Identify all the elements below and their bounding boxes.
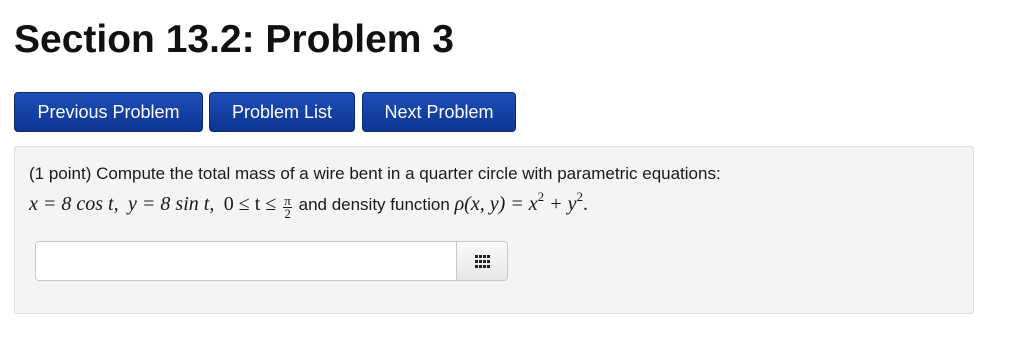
answer-input[interactable] bbox=[35, 241, 457, 281]
equation-x: x = 8 cos t, bbox=[29, 193, 119, 215]
equation-palette-grid-icon bbox=[475, 255, 490, 268]
problem-statement-line: (1 point) Compute the total mass of a wi… bbox=[29, 163, 721, 185]
equation-palette-button[interactable] bbox=[456, 241, 508, 281]
density-function: ρ(x, y) = x2 + y2. bbox=[454, 189, 588, 215]
problem-statement: Compute the total mass of a wire bent in… bbox=[96, 164, 721, 183]
problem-list-button[interactable]: Problem List bbox=[209, 92, 355, 132]
next-problem-button[interactable]: Next Problem bbox=[362, 92, 516, 132]
page-title: Section 13.2: Problem 3 bbox=[14, 18, 454, 61]
density-label: and density function bbox=[298, 195, 450, 214]
parameter-range: 0 ≤ t ≤ π2 bbox=[223, 193, 292, 221]
problem-panel: (1 point) Compute the total mass of a wi… bbox=[14, 146, 974, 314]
pi-over-two-fraction: π2 bbox=[283, 193, 292, 221]
problem-equation-line: x = 8 cos t, y = 8 sin t, 0 ≤ t ≤ π2 and… bbox=[29, 189, 588, 221]
previous-problem-button[interactable]: Previous Problem bbox=[14, 92, 203, 132]
equation-y: y = 8 sin t, bbox=[128, 193, 215, 215]
problem-points: (1 point) bbox=[29, 164, 92, 183]
